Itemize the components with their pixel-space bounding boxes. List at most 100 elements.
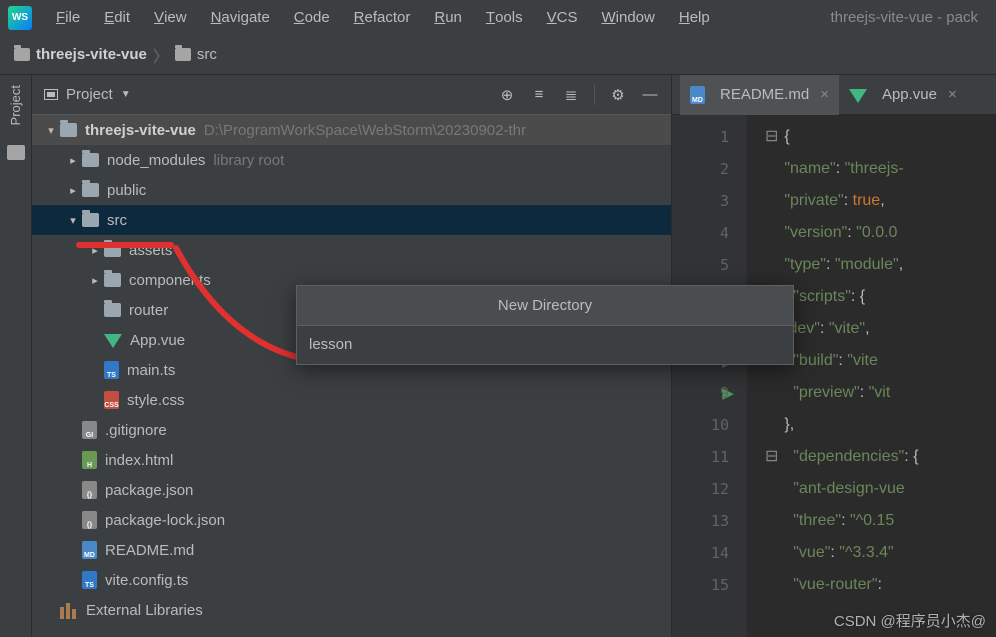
code-line: ⊟ "dependencies": { [765,441,996,473]
vue-icon [849,86,867,104]
tree-label: index.html [105,452,173,469]
editor-tabs: MDREADME.md×App.vue× [672,75,996,115]
line-number: 4 [672,217,747,249]
collapse-all-icon[interactable]: ≣ [562,86,580,104]
code-line: "vue": "^3.3.4" [765,537,996,569]
tree-label: .gitignore [105,422,167,439]
folder-icon [104,303,121,317]
tree-item-external-libraries[interactable]: External Libraries [32,595,671,625]
menu-edit[interactable]: Edit [92,0,142,35]
ts-icon: TS [104,361,119,379]
dialog-input[interactable]: lesson [297,326,793,364]
close-icon[interactable]: × [820,86,829,103]
folder-icon[interactable] [7,145,25,160]
folder-icon [60,123,77,137]
chevron-right-icon: 〉 [153,43,169,67]
line-number: 10 [672,409,747,441]
tree-label: router [129,302,168,319]
close-icon[interactable]: × [948,86,957,103]
menu-file[interactable]: File [44,0,92,35]
dialog-title: New Directory [297,286,793,326]
tree-label: package.json [105,482,193,499]
tree-label: README.md [105,542,194,559]
expand-icon[interactable]: ▾ [42,124,60,137]
tree-label: public [107,182,146,199]
expand-icon[interactable]: ▸ [64,184,82,197]
code-content[interactable]: ⊟{ "name": "threejs- "private": true, "v… [747,115,996,637]
breadcrumb-path[interactable]: src [175,46,217,63]
expand-all-icon[interactable]: ≡ [530,86,548,104]
expand-icon[interactable]: ▸ [86,244,104,257]
tree-item-readme-md[interactable]: MDREADME.md [32,535,671,565]
code-line: "preview": "vit [765,377,996,409]
line-number: 1 [672,121,747,153]
tree-suffix: D:\ProgramWorkSpace\WebStorm\20230902-th… [204,122,526,139]
line-number: 13 [672,505,747,537]
tree-item-vite-config-ts[interactable]: TS vite.config.ts [32,565,671,595]
divider [594,85,595,105]
gear-icon[interactable]: ⚙ [609,86,627,104]
menu-vcs[interactable]: VCS [535,0,590,35]
expand-icon[interactable]: ▸ [64,154,82,167]
expand-icon[interactable]: ▾ [64,214,82,227]
locate-icon[interactable]: ⊕ [498,86,516,104]
json-icon: {} [82,481,97,499]
tree-label: components [129,272,211,289]
tree-item-public[interactable]: ▸ public [32,175,671,205]
tree-item--gitignore[interactable]: GI.gitignore [32,415,671,445]
menu-tools[interactable]: Tools [474,0,535,35]
vue-icon [104,331,122,349]
tree-item-package-json[interactable]: {} package.json [32,475,671,505]
panel-title[interactable]: Project [66,86,113,103]
tree-suffix: library root [213,152,284,169]
menu-view[interactable]: View [142,0,199,35]
tree-item-threejs-vite-vue[interactable]: ▾threejs-vite-vueD:\ProgramWorkSpace\Web… [32,115,671,145]
line-number: 5 [672,249,747,281]
ts-icon: TS [82,571,97,589]
tree-item-node-modules[interactable]: ▸ node_modules library root [32,145,671,175]
tree-label: vite.config.ts [105,572,188,589]
code-line: }, [765,409,996,441]
code-line: "ant-design-vue [765,473,996,505]
code-line: "version": "0.0.0 [765,217,996,249]
code-line: "vue-router": [765,569,996,601]
line-number: 12 [672,473,747,505]
tree-label: src [107,212,127,229]
tab-app-vue[interactable]: App.vue× [839,75,967,115]
line-number: 11 [672,441,747,473]
expand-icon[interactable]: ▸ [86,274,104,287]
app-icon: WS [8,6,32,30]
editor-gutter: 123456▶ 8▶ 9101112131415 [672,115,747,637]
tree-item-src[interactable]: ▾ src [32,205,671,235]
menu-help[interactable]: Help [667,0,722,35]
project-tree[interactable]: ▾threejs-vite-vueD:\ProgramWorkSpace\Web… [32,115,671,637]
fold-icon[interactable]: ⊟ [765,448,778,465]
menu-navigate[interactable]: Navigate [199,0,282,35]
tree-label: node_modules [107,152,205,169]
menu-window[interactable]: Window [589,0,666,35]
tab-readme-md[interactable]: MDREADME.md× [680,75,839,115]
menu-run[interactable]: Run [422,0,474,35]
line-number: ▶ 9 [672,377,747,409]
folder-icon [104,243,121,257]
html-icon: H [82,451,97,469]
tree-item-style-css[interactable]: CSSstyle.css [32,385,671,415]
menu-code[interactable]: Code [282,0,342,35]
menu-refactor[interactable]: Refactor [342,0,423,35]
code-line: "name": "threejs- [765,153,996,185]
project-tool-tab[interactable]: Project [8,85,23,125]
fold-icon[interactable]: ⊟ [765,128,778,145]
hide-icon[interactable]: — [641,86,659,104]
md-icon: MD [690,86,705,104]
line-number: 3 [672,185,747,217]
tree-item-package-lock-json[interactable]: {}package-lock.json [32,505,671,535]
line-number: 14 [672,537,747,569]
run-gutter-icon[interactable]: ▶ [722,384,734,402]
folder-icon [175,48,191,61]
project-view-icon [44,89,58,100]
line-number: 15 [672,569,747,601]
chevron-down-icon[interactable]: ▼ [121,89,131,100]
tree-item-index-html[interactable]: Hindex.html [32,445,671,475]
tree-item-assets[interactable]: ▸assets [32,235,671,265]
breadcrumb-project[interactable]: threejs-vite-vue [14,46,147,63]
